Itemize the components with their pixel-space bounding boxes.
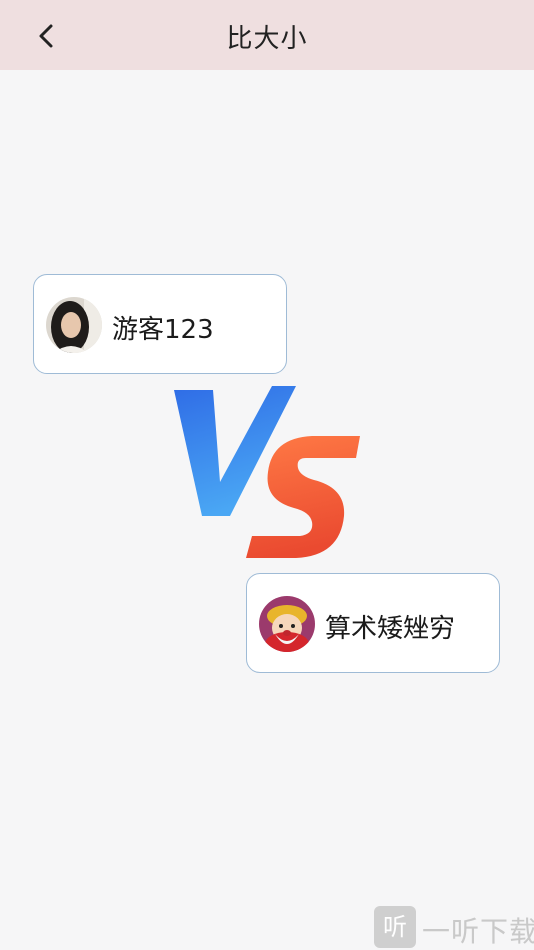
watermark-logo-icon: 听 xyxy=(374,906,416,948)
watermark-text: 一听下载 xyxy=(422,915,534,948)
page-title: 比大小 xyxy=(226,24,308,54)
player-name: 游客123 xyxy=(112,315,214,345)
player-card-1: 游客123 xyxy=(33,274,287,374)
vs-logo xyxy=(174,386,360,558)
player-card-2: 算术矮矬穷 xyxy=(246,573,500,673)
player-name: 算术矮矬穷 xyxy=(325,614,456,644)
top-bar: 比大小 xyxy=(0,0,534,70)
avatar xyxy=(46,297,102,353)
avatar xyxy=(259,596,315,652)
